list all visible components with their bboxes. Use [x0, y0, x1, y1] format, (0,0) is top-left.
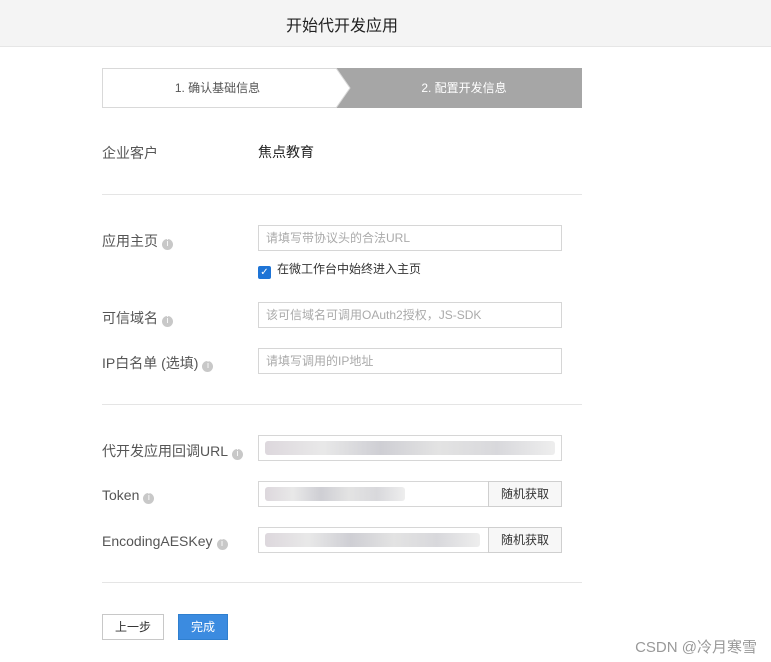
- homepage-label-text: 应用主页: [102, 233, 158, 249]
- info-icon[interactable]: i: [162, 239, 173, 250]
- token-random-button[interactable]: 随机获取: [488, 481, 562, 507]
- callback-url-label-text: 代开发应用回调URL: [102, 443, 229, 459]
- info-icon[interactable]: i: [202, 361, 214, 372]
- checkbox-checked-icon[interactable]: ✓: [258, 266, 271, 279]
- info-icon[interactable]: i: [162, 316, 173, 327]
- page-header: 开始代开发应用: [0, 0, 771, 47]
- aes-key-label: EncodingAESKey i: [102, 533, 228, 550]
- step-config-dev-info: 2. 配置开发信息: [336, 68, 582, 108]
- watermark: CSDN @冷月寒雪: [635, 639, 757, 656]
- step-confirm-basic-info: 1. 确认基础信息: [102, 68, 352, 108]
- divider: [102, 194, 582, 195]
- ip-whitelist-input[interactable]: 请填写调用的IP地址: [258, 348, 562, 374]
- aes-key-input[interactable]: [258, 527, 489, 553]
- divider: [102, 404, 582, 405]
- redacted-value: [265, 533, 480, 547]
- homepage-label: 应用主页 i: [102, 231, 173, 251]
- done-button[interactable]: 完成: [178, 614, 228, 640]
- redacted-value: [265, 487, 405, 501]
- prev-step-button[interactable]: 上一步: [102, 614, 164, 640]
- aes-key-label-text: EncodingAESKey: [102, 533, 213, 549]
- info-icon[interactable]: i: [232, 449, 244, 460]
- ip-whitelist-label: IP白名单 (选填) i: [102, 353, 214, 373]
- divider: [102, 582, 582, 583]
- info-icon[interactable]: i: [216, 539, 228, 550]
- callback-url-label: 代开发应用回调URL i: [102, 441, 244, 461]
- customer-label: 企业客户: [102, 145, 158, 161]
- redacted-value: [265, 441, 555, 455]
- step-arrow: [336, 68, 351, 108]
- checkbox-label: 在微工作台中始终进入主页: [277, 262, 422, 276]
- step-indicator: 1. 确认基础信息 2. 配置开发信息: [102, 68, 582, 108]
- customer-value: 焦点教育: [258, 144, 314, 160]
- callback-url-input[interactable]: [258, 435, 562, 461]
- always-enter-homepage-checkbox-row[interactable]: ✓ 在微工作台中始终进入主页: [258, 260, 422, 279]
- token-input[interactable]: [258, 481, 489, 507]
- aes-key-random-button[interactable]: 随机获取: [488, 527, 562, 553]
- trusted-domain-label-text: 可信域名: [102, 310, 158, 326]
- trusted-domain-label: 可信域名 i: [102, 308, 173, 328]
- info-icon[interactable]: i: [143, 493, 155, 504]
- ip-whitelist-label-text: IP白名单 (选填): [102, 355, 199, 371]
- page-title: 开始代开发应用: [285, 18, 398, 35]
- homepage-input[interactable]: 请填写带协议头的合法URL: [258, 225, 562, 251]
- trusted-domain-input[interactable]: 该可信域名可调用OAuth2授权，JS-SDK: [258, 302, 562, 328]
- token-label-text: Token: [102, 487, 140, 503]
- token-label: Token i: [102, 487, 155, 504]
